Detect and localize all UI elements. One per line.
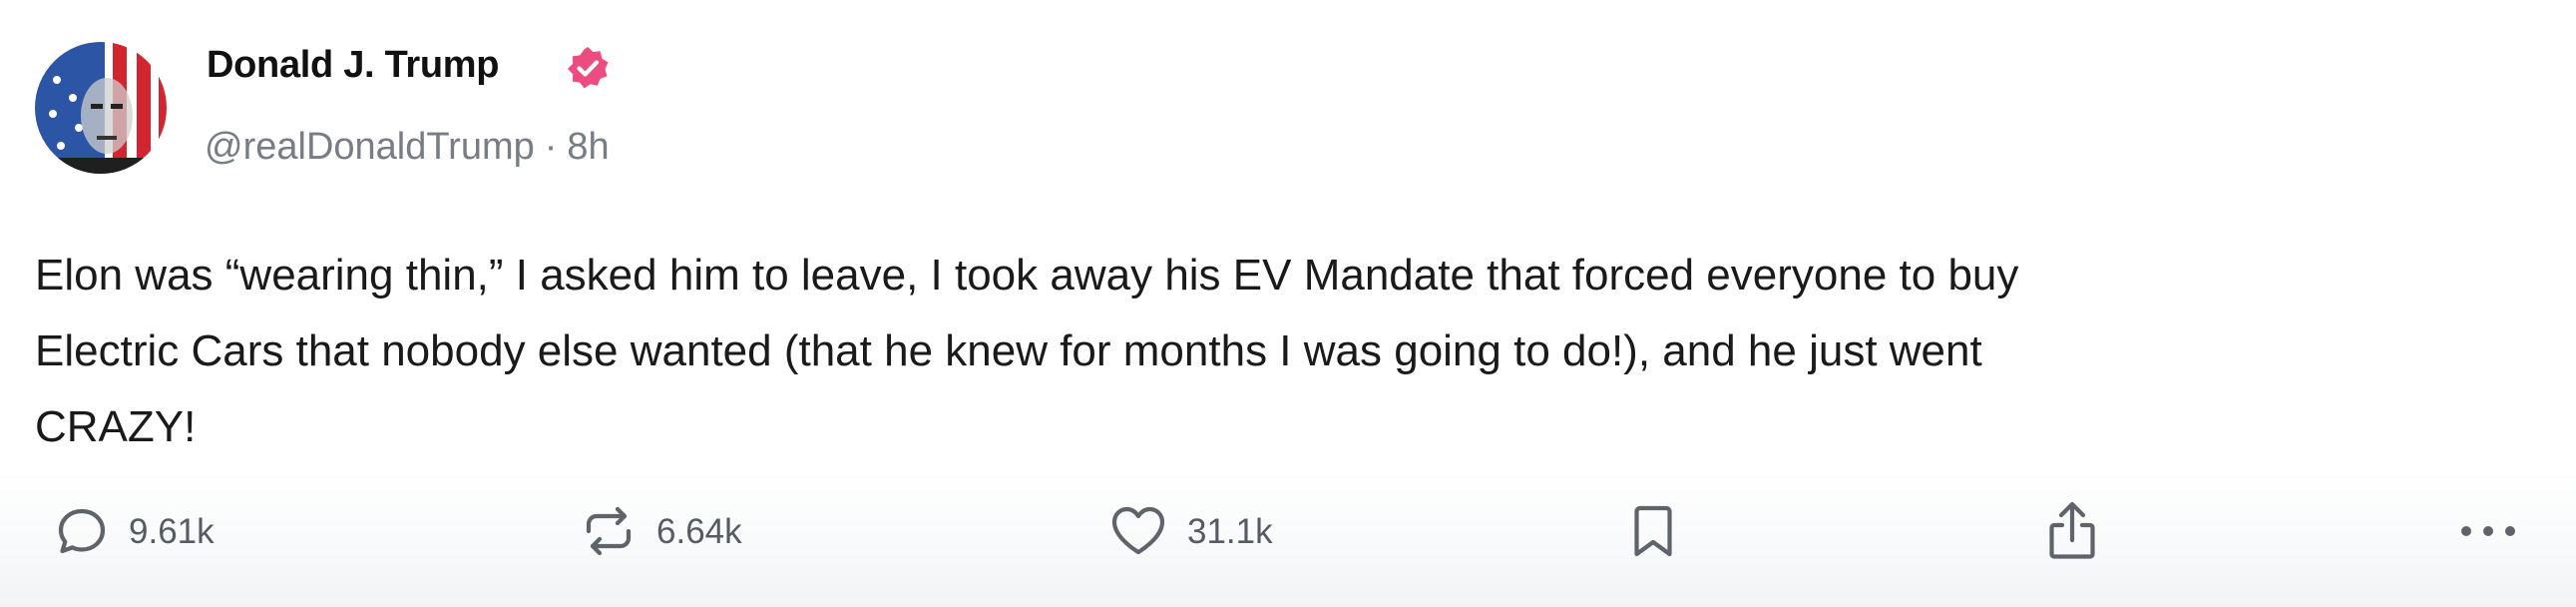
- separator-dot: ·: [544, 126, 558, 168]
- bookmark-icon: [1634, 505, 1672, 557]
- like-icon: [1111, 506, 1165, 555]
- post-text-line: Elon was “wearing thin,” I asked him to …: [35, 251, 2019, 300]
- like-count: 31.1k: [1187, 511, 1273, 551]
- reply-icon: [58, 508, 106, 554]
- repost-icon: [586, 506, 632, 556]
- post-time[interactable]: 8h: [567, 126, 609, 168]
- share-button[interactable]: [2043, 499, 2101, 563]
- verified-icon: [565, 45, 611, 91]
- post-text: Elon was “wearing thin,” I asked him to …: [35, 238, 2509, 465]
- post-text-line: Electric Cars that nobody else wanted (t…: [35, 326, 1982, 375]
- share-icon: [2049, 501, 2095, 559]
- like-button[interactable]: 31.1k: [1109, 499, 1273, 563]
- more-options-button[interactable]: [2458, 499, 2518, 563]
- action-bar: 9.61k 6.64k 31.1k: [0, 469, 2576, 607]
- handle-row: @realDonaldTrump · 8h: [205, 128, 610, 166]
- author-handle[interactable]: @realDonaldTrump: [205, 126, 535, 168]
- author-name[interactable]: Donald J. Trump: [207, 46, 500, 84]
- bookmark-button[interactable]: [1630, 499, 1676, 563]
- repost-button[interactable]: 6.64k: [581, 499, 742, 563]
- more-icon: [2461, 526, 2515, 536]
- post-text-line: CRAZY!: [35, 402, 197, 451]
- reply-button[interactable]: 9.61k: [55, 499, 215, 563]
- reply-count: 9.61k: [129, 511, 215, 551]
- post-card[interactable]: Donald J. Trump @realDonaldTrump · 8h Elon…: [0, 0, 2576, 607]
- avatar[interactable]: [35, 42, 167, 174]
- repost-count: 6.64k: [656, 511, 742, 551]
